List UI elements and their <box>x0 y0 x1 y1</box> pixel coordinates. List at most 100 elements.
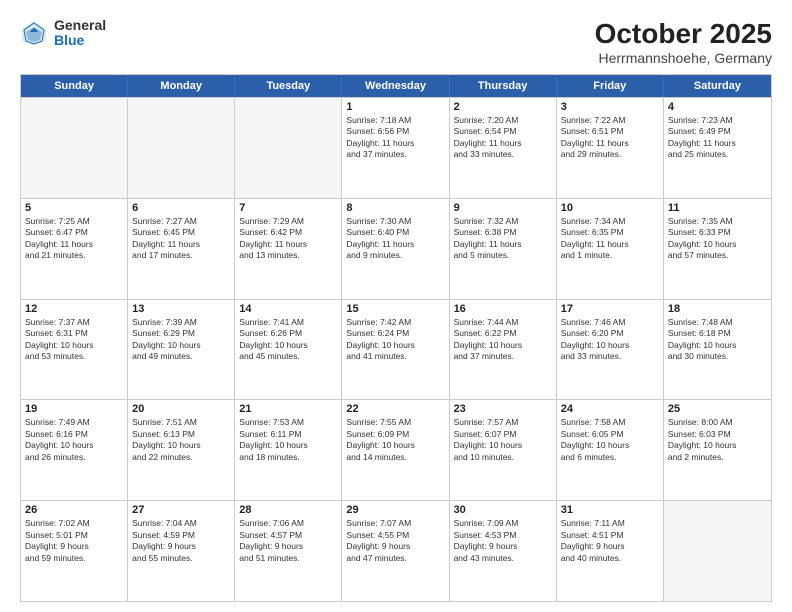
calendar-cell: 28 Sunrise: 7:06 AM Sunset: 4:57 PM Dayli… <box>235 501 342 601</box>
calendar-cell: 4Sunrise: 7:23 AM Sunset: 6:49 PM Daylig… <box>664 98 771 198</box>
calendar-cell <box>235 98 342 198</box>
day-number: 20 <box>132 403 230 415</box>
cell-info: Sunrise: 7:35 AM Sunset: 6:33 PM Dayligh… <box>668 216 767 262</box>
cell-info: Sunrise: 7:55 AM Sunset: 6:09 PM Dayligh… <box>346 417 444 463</box>
calendar-cell: 8 Sunrise: 7:30 AM Sunset: 6:40 PM Daylig… <box>342 199 449 299</box>
cell-info: Sunrise: 7:44 AM Sunset: 6:22 PM Dayligh… <box>454 317 552 363</box>
day-number: 17 <box>561 303 659 315</box>
day-number: 30 <box>454 504 552 516</box>
cell-info: Sunrise: 7:39 AM Sunset: 6:29 PM Dayligh… <box>132 317 230 363</box>
calendar-header: SundayMondayTuesdayWednesdayThursdayFrid… <box>21 75 771 97</box>
day-number: 7 <box>239 202 337 214</box>
cell-info: Sunrise: 7:30 AM Sunset: 6:40 PM Dayligh… <box>346 216 444 262</box>
cell-info: Sunrise: 7:48 AM Sunset: 6:18 PM Dayligh… <box>668 317 767 363</box>
logo-general: General <box>54 18 106 33</box>
calendar-row: 1 Sunrise: 7:18 AM Sunset: 6:56 PM Daylig… <box>21 97 771 198</box>
cell-info: Sunrise: 7:11 AM Sunset: 4:51 PM Dayligh… <box>561 518 659 564</box>
cell-info: Sunrise: 7:49 AM Sunset: 6:16 PM Dayligh… <box>25 417 123 463</box>
calendar-row: 5Sunrise: 7:25 AM Sunset: 6:47 PM Daylig… <box>21 198 771 299</box>
location: Herrmannshoehe, Germany <box>595 50 772 66</box>
cell-info: Sunrise: 7:20 AM Sunset: 6:54 PM Dayligh… <box>454 115 552 161</box>
cell-info: Sunrise: 7:25 AM Sunset: 6:47 PM Dayligh… <box>25 216 123 262</box>
calendar-cell: 19 Sunrise: 7:49 AM Sunset: 6:16 PM Dayli… <box>21 400 128 500</box>
cell-info: Sunrise: 7:09 AM Sunset: 4:53 PM Dayligh… <box>454 518 552 564</box>
page: General Blue October 2025 Herrmannshoehe… <box>0 0 792 612</box>
calendar-cell: 31 Sunrise: 7:11 AM Sunset: 4:51 PM Dayli… <box>557 501 664 601</box>
calendar-cell <box>664 501 771 601</box>
cell-info: Sunrise: 7:53 AM Sunset: 6:11 PM Dayligh… <box>239 417 337 463</box>
day-number: 23 <box>454 403 552 415</box>
day-number: 14 <box>239 303 337 315</box>
day-number: 13 <box>132 303 230 315</box>
day-number: 29 <box>346 504 444 516</box>
calendar-cell: 23 Sunrise: 7:57 AM Sunset: 6:07 PM Dayli… <box>450 400 557 500</box>
cell-info: Sunrise: 7:58 AM Sunset: 6:05 PM Dayligh… <box>561 417 659 463</box>
day-number: 31 <box>561 504 659 516</box>
weekday-header: Tuesday <box>235 75 342 97</box>
calendar-cell: 2 Sunrise: 7:20 AM Sunset: 6:54 PM Daylig… <box>450 98 557 198</box>
calendar-cell: 16 Sunrise: 7:44 AM Sunset: 6:22 PM Dayli… <box>450 300 557 400</box>
calendar-cell: 11Sunrise: 7:35 AM Sunset: 6:33 PM Dayli… <box>664 199 771 299</box>
calendar-cell: 30 Sunrise: 7:09 AM Sunset: 4:53 PM Dayli… <box>450 501 557 601</box>
cell-info: Sunrise: 7:42 AM Sunset: 6:24 PM Dayligh… <box>346 317 444 363</box>
calendar-cell: 18 Sunrise: 7:48 AM Sunset: 6:18 PM Dayli… <box>664 300 771 400</box>
day-number: 25 <box>668 403 767 415</box>
day-number: 26 <box>25 504 123 516</box>
cell-info: Sunrise: 7:07 AM Sunset: 4:55 PM Dayligh… <box>346 518 444 564</box>
day-number: 28 <box>239 504 337 516</box>
day-number: 24 <box>561 403 659 415</box>
cell-info: Sunrise: 7:23 AM Sunset: 6:49 PM Dayligh… <box>668 115 767 161</box>
calendar: SundayMondayTuesdayWednesdayThursdayFrid… <box>20 74 772 602</box>
calendar-cell: 14Sunrise: 7:41 AM Sunset: 6:26 PM Dayli… <box>235 300 342 400</box>
calendar-cell <box>21 98 128 198</box>
cell-info: Sunrise: 7:34 AM Sunset: 6:35 PM Dayligh… <box>561 216 659 262</box>
calendar-cell: 21Sunrise: 7:53 AM Sunset: 6:11 PM Dayli… <box>235 400 342 500</box>
calendar-body: 1 Sunrise: 7:18 AM Sunset: 6:56 PM Daylig… <box>21 97 771 601</box>
day-number: 12 <box>25 303 123 315</box>
title-block: October 2025 Herrmannshoehe, Germany <box>595 18 772 66</box>
cell-info: Sunrise: 7:27 AM Sunset: 6:45 PM Dayligh… <box>132 216 230 262</box>
logo-icon <box>20 19 48 47</box>
day-number: 9 <box>454 202 552 214</box>
day-number: 2 <box>454 101 552 113</box>
calendar-cell: 3 Sunrise: 7:22 AM Sunset: 6:51 PM Daylig… <box>557 98 664 198</box>
calendar-cell: 17Sunrise: 7:46 AM Sunset: 6:20 PM Dayli… <box>557 300 664 400</box>
calendar-cell: 5Sunrise: 7:25 AM Sunset: 6:47 PM Daylig… <box>21 199 128 299</box>
cell-info: Sunrise: 7:18 AM Sunset: 6:56 PM Dayligh… <box>346 115 444 161</box>
calendar-cell: 20 Sunrise: 7:51 AM Sunset: 6:13 PM Dayli… <box>128 400 235 500</box>
day-number: 15 <box>346 303 444 315</box>
day-number: 27 <box>132 504 230 516</box>
cell-info: Sunrise: 7:51 AM Sunset: 6:13 PM Dayligh… <box>132 417 230 463</box>
weekday-header: Sunday <box>21 75 128 97</box>
calendar-cell: 27Sunrise: 7:04 AM Sunset: 4:59 PM Dayli… <box>128 501 235 601</box>
calendar-cell: 7 Sunrise: 7:29 AM Sunset: 6:42 PM Daylig… <box>235 199 342 299</box>
day-number: 19 <box>25 403 123 415</box>
calendar-cell: 15 Sunrise: 7:42 AM Sunset: 6:24 PM Dayli… <box>342 300 449 400</box>
cell-info: Sunrise: 7:32 AM Sunset: 6:38 PM Dayligh… <box>454 216 552 262</box>
day-number: 6 <box>132 202 230 214</box>
calendar-cell: 1 Sunrise: 7:18 AM Sunset: 6:56 PM Daylig… <box>342 98 449 198</box>
calendar-row: 26Sunrise: 7:02 AM Sunset: 5:01 PM Dayli… <box>21 500 771 601</box>
cell-info: Sunrise: 7:06 AM Sunset: 4:57 PM Dayligh… <box>239 518 337 564</box>
calendar-row: 19 Sunrise: 7:49 AM Sunset: 6:16 PM Dayli… <box>21 399 771 500</box>
logo: General Blue <box>20 18 106 49</box>
weekday-header: Wednesday <box>342 75 449 97</box>
day-number: 3 <box>561 101 659 113</box>
day-number: 16 <box>454 303 552 315</box>
calendar-cell: 25 Sunrise: 8:00 AM Sunset: 6:03 PM Dayli… <box>664 400 771 500</box>
calendar-row: 12Sunrise: 7:37 AM Sunset: 6:31 PM Dayli… <box>21 299 771 400</box>
day-number: 1 <box>346 101 444 113</box>
weekday-header: Friday <box>557 75 664 97</box>
cell-info: Sunrise: 8:00 AM Sunset: 6:03 PM Dayligh… <box>668 417 767 463</box>
cell-info: Sunrise: 7:29 AM Sunset: 6:42 PM Dayligh… <box>239 216 337 262</box>
day-number: 10 <box>561 202 659 214</box>
cell-info: Sunrise: 7:22 AM Sunset: 6:51 PM Dayligh… <box>561 115 659 161</box>
weekday-header: Saturday <box>664 75 771 97</box>
calendar-cell: 12Sunrise: 7:37 AM Sunset: 6:31 PM Dayli… <box>21 300 128 400</box>
calendar-cell: 22Sunrise: 7:55 AM Sunset: 6:09 PM Dayli… <box>342 400 449 500</box>
day-number: 18 <box>668 303 767 315</box>
calendar-cell: 24 Sunrise: 7:58 AM Sunset: 6:05 PM Dayli… <box>557 400 664 500</box>
day-number: 8 <box>346 202 444 214</box>
calendar-cell: 9 Sunrise: 7:32 AM Sunset: 6:38 PM Daylig… <box>450 199 557 299</box>
cell-info: Sunrise: 7:57 AM Sunset: 6:07 PM Dayligh… <box>454 417 552 463</box>
